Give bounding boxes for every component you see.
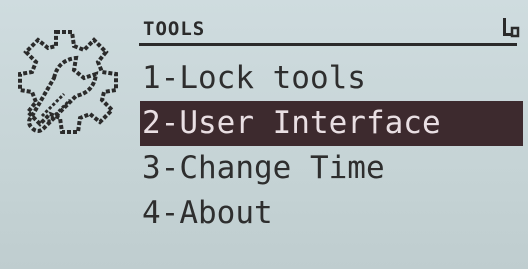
header-bar: TOOLS: [139, 16, 521, 46]
menu-item-about[interactable]: 4-About: [140, 191, 528, 236]
menu-item-lock-tools[interactable]: 1-Lock tools: [140, 56, 528, 101]
key-icon: [499, 16, 521, 42]
lcd-screen: TOOLS 1-Lock tools 2-User Interface 3-Ch…: [0, 0, 528, 269]
menu-list: 1-Lock tools 2-User Interface 3-Change T…: [140, 56, 528, 236]
menu-item-change-time[interactable]: 3-Change Time: [140, 146, 528, 191]
header-divider: [139, 43, 517, 46]
page-title: TOOLS: [143, 18, 206, 40]
menu-item-user-interface[interactable]: 2-User Interface: [140, 101, 523, 146]
